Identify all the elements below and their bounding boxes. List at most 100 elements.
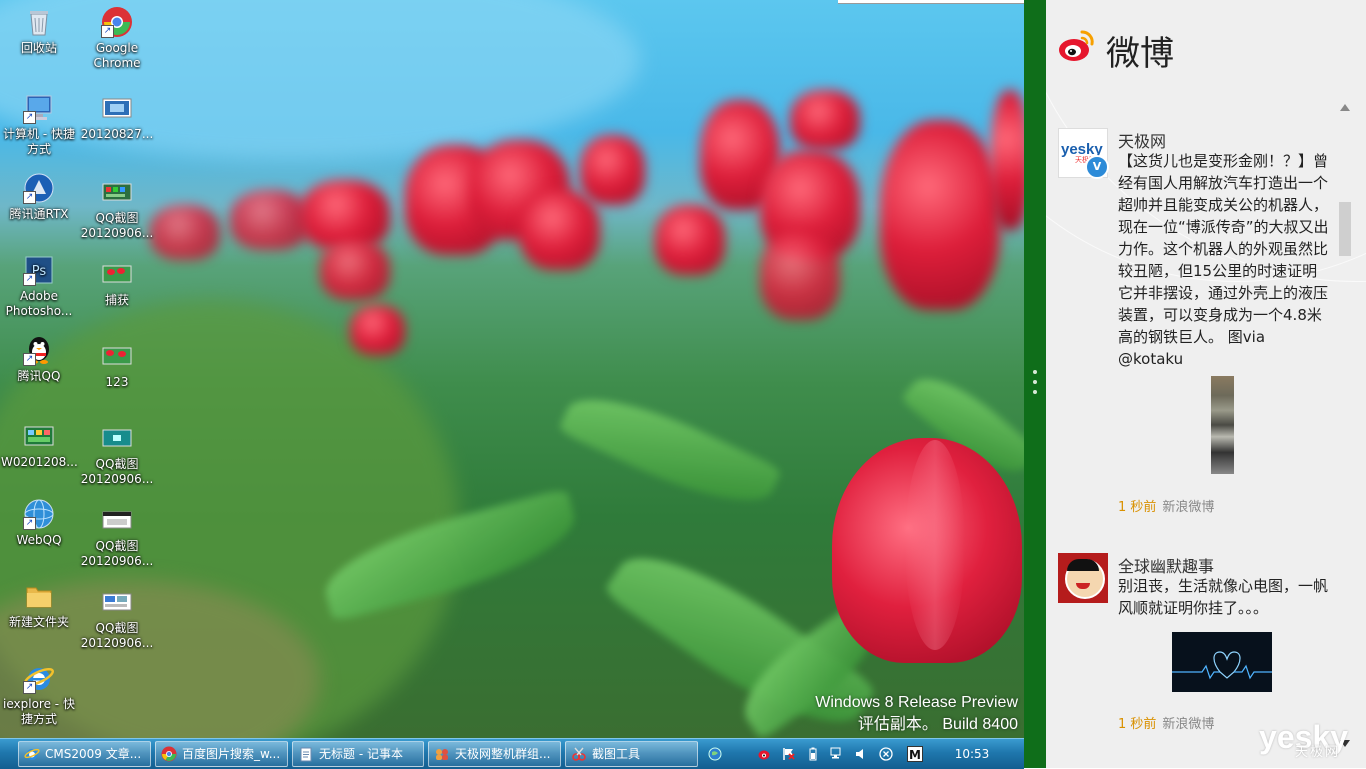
app-title: 微博 [1106,34,1174,74]
image-file-icon [23,420,55,452]
shortcut-arrow-icon: ↗ [23,517,36,530]
post-time: 1 秒前 [1118,717,1157,732]
splitter-grip-dot [1033,380,1037,384]
taskbar-button-baidu-images[interactable]: 百度图片搜索_w... [155,741,288,767]
webqq-icon: ↗ [23,498,55,530]
battery-icon[interactable] [806,747,820,761]
taskbar-clock[interactable]: 10:53 [944,739,1000,769]
post-author[interactable]: 全球幽默趣事 [1118,553,1214,577]
avatar[interactable] [1058,553,1108,603]
taskbar-button-group-chat[interactable]: 天极网整机群组... [428,741,561,767]
post-text: 【这货儿也是变形金刚！？】曾经有国人用解放汽车打造出一个超帅并且能变成关公的机器… [1118,152,1329,368]
desktop[interactable]: 回收站 ↗ Google Chrome ↗ 计算机 - 快捷 方式 201208… [0,0,1024,738]
desktop-icon-qq-screenshot-2[interactable]: QQ截图 20120906... [79,422,155,487]
image-file-icon [101,504,133,536]
image-file-icon [101,176,133,208]
desktop-icon-label: 捕获 [104,293,129,307]
post-image-ecg[interactable] [1172,632,1272,692]
desktop-icon-label: QQ截图 20120906... [80,211,154,240]
desktop-icon-rtx[interactable]: ↗ 腾讯通RTX [1,172,77,222]
shortcut-arrow-icon: ↗ [23,111,36,124]
network-globe-icon[interactable] [708,747,722,761]
desktop-icon-qq[interactable]: ↗ 腾讯QQ [1,334,77,384]
shortcut-arrow-icon: ↗ [23,353,36,366]
image-file-icon [101,586,133,618]
desktop-icon-recycle-bin[interactable]: 回收站 [1,6,77,56]
desktop-icon-new-folder[interactable]: 新建文件夹 [1,580,77,630]
taskbar-button-label: 无标题 - 记事本 [319,747,403,761]
shortcut-arrow-icon: ↗ [101,25,114,38]
shortcut-arrow-icon: ↗ [23,191,36,204]
desktop-icon-label: QQ截图 20120906... [80,457,154,486]
taskbar-button-cms2009[interactable]: CMS2009 文章... [18,741,151,767]
snap-splitter[interactable] [1024,0,1046,768]
watermark-line-1: Windows 8 Release Preview [815,694,1018,711]
scrollbar-thumb[interactable] [1339,202,1351,256]
desktop-icon-webqq[interactable]: ↗ WebQQ [1,498,77,548]
desktop-icon-image-20120827[interactable]: 20120827... [79,92,155,142]
taskbar-button-snipping-tool[interactable]: 截图工具 [565,741,698,767]
scroll-up-arrow-icon[interactable] [1340,104,1350,111]
desktop-icon-label: W0201208... [1,455,78,469]
desktop-icon-computer[interactable]: ↗ 计算机 - 快捷 方式 [1,92,77,157]
post-meta: 1 秒前 新浪微博 [1118,713,1214,732]
taskbar-button-label: 截图工具 [592,747,641,761]
watermark-line-2: 评估副本。 Build 8400 [857,716,1018,733]
weibo-app: 微博 yesky 天极网 V 天极网 【这货儿也是变形金刚！？】曾经有国人用解放… [1046,0,1366,768]
desktop-icon-label: 腾讯通RTX [9,207,69,221]
image-file-icon [101,258,133,290]
flag-icon[interactable] [782,747,796,761]
desktop-icon-label: 计算机 - 快捷 方式 [3,127,75,156]
desktop-icon-chrome[interactable]: ↗ Google Chrome [79,6,155,71]
desktop-icon-label: 回收站 [20,41,57,55]
photoshop-icon: Ps ↗ [23,254,55,286]
close-circle-icon[interactable] [879,747,893,761]
desktop-icon-label: Adobe Photosho... [5,289,73,318]
svg-text:M: M [909,748,921,762]
m-icon[interactable]: M [907,746,923,762]
avatar-hair [1067,559,1099,571]
desktop-icon-123[interactable]: 123 [79,340,155,390]
taskbar-button-notepad[interactable]: 无标题 - 记事本 [292,741,424,767]
desktop-icon-label: QQ截图 20120906... [80,539,154,568]
weibo-tray-icon[interactable] [758,747,772,761]
feed-scrollbar[interactable] [1337,92,1353,752]
post-time: 1 秒前 [1118,500,1157,515]
desktop-icon-label: QQ截图 20120906... [80,621,154,650]
volume-icon[interactable] [854,747,868,761]
desktop-icon-label: 20120827... [80,127,154,141]
group-chat-icon [436,749,448,760]
desktop-icon-qq-screenshot-3[interactable]: QQ截图 20120906... [79,504,155,569]
desktop-icon-capture[interactable]: 捕获 [79,258,155,308]
shortcut-arrow-icon: ↗ [23,681,36,694]
taskbar: CMS2009 文章... 百度图片搜索_w... 无标题 - 记事本 天极网整… [0,738,1024,769]
snipping-tool-icon [572,747,586,761]
desktop-icon-w0201208[interactable]: W0201208... [1,420,78,470]
weibo-logo-icon [1059,30,1094,61]
ie-icon [24,748,40,760]
desktop-icon-photoshop[interactable]: Ps ↗ Adobe Photosho... [1,254,77,319]
qq-penguin-icon: ↗ [23,334,55,366]
post-source[interactable]: 新浪微博 [1162,500,1214,515]
post-image-thumbnail[interactable] [1211,376,1234,474]
weibo-post[interactable]: yesky 天极网 V 天极网 【这货儿也是变形金刚！？】曾经有国人用解放汽车打… [1058,128,1329,528]
taskbar-button-label: 天极网整机群组... [455,747,551,761]
desktop-icon-qq-screenshot-4[interactable]: QQ截图 20120906... [79,586,155,651]
network-icon[interactable] [830,747,844,761]
image-file-icon [101,340,133,372]
chrome-icon [161,746,177,762]
ie-icon: ↗ [23,662,55,694]
desktop-icon-iexplore[interactable]: ↗ iexplore - 快 捷方式 [1,662,77,727]
avatar[interactable]: yesky 天极网 V [1058,128,1109,179]
folder-icon [23,580,55,612]
taskbar-button-label: 百度图片搜索_w... [182,747,281,761]
windows-build-watermark: Windows 8 Release Preview 评估副本。 Build 84… [815,692,1018,736]
desktop-icon-label: Google Chrome [93,41,141,70]
post-author[interactable]: 天极网 [1118,128,1166,152]
top-edge-window-fragment [838,0,1024,4]
post-text: 别沮丧，生活就像心电图，一帆风顺就证明你挂了。。。 [1118,577,1329,617]
desktop-icon-qq-screenshot-1[interactable]: QQ截图 20120906... [79,176,155,241]
shortcut-arrow-icon: ↗ [23,273,36,286]
post-source[interactable]: 新浪微博 [1162,717,1214,732]
desktop-icon-label: 腾讯QQ [17,369,61,383]
